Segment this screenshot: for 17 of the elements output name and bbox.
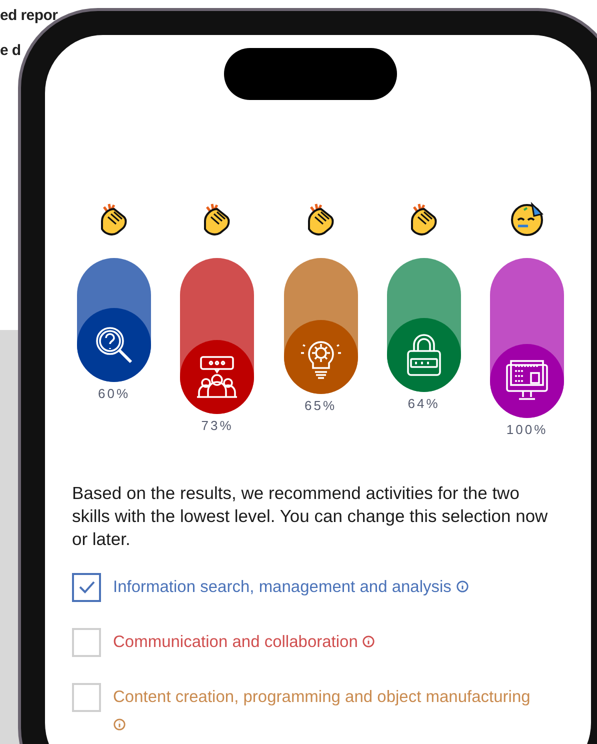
checkmark-icon [78, 580, 96, 594]
checkbox[interactable] [72, 572, 101, 602]
skill-percent: 100% [506, 421, 548, 439]
skill-percent: 65% [304, 397, 337, 415]
info-icon[interactable] [113, 718, 126, 730]
background-text: e d [0, 40, 22, 60]
info-icon[interactable] [362, 634, 376, 648]
skill-percent: 64% [408, 395, 440, 413]
skill-percent: 73% [201, 417, 234, 435]
recommendation-text: Based on the results, we recommend activities for the two skills with the lowest level. You can change this selection now or later. [72, 482, 549, 550]
option-label[interactable]: Information search, management and analysis [113, 572, 500, 600]
info-icon[interactable] [456, 580, 470, 592]
option-label[interactable]: Content creation, programming and object manufacturing [113, 682, 569, 738]
party-face-icon [508, 200, 546, 238]
background-text: ed repor [0, 6, 58, 26]
option-label[interactable]: Communication and collaboration [113, 628, 406, 656]
skill-percent: 60% [98, 385, 130, 403]
